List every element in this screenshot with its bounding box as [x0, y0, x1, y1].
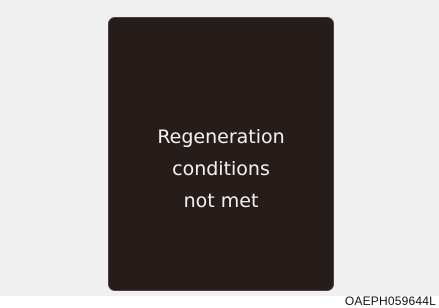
- regeneration-warning-message: Regeneration conditions not met: [109, 121, 333, 217]
- message-line-1: Regeneration: [157, 126, 285, 148]
- message-line-3: not met: [183, 190, 259, 212]
- message-line-2: conditions: [172, 158, 270, 180]
- cluster-display-panel: Regeneration conditions not met: [108, 17, 334, 291]
- figure-code-label: OAEPH059644L: [344, 294, 436, 308]
